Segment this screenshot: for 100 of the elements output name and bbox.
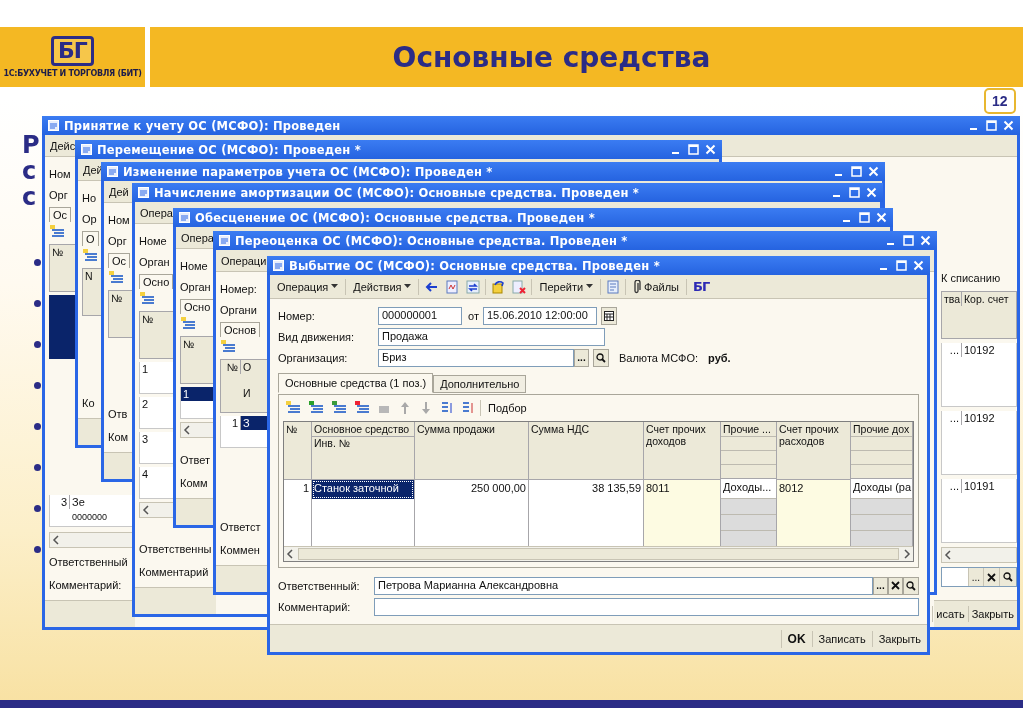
- field-label: Ном: [108, 213, 131, 228]
- toolbar-menu[interactable]: Дейс: [48, 138, 78, 153]
- tab[interactable]: Ос: [49, 207, 72, 222]
- dialog-button[interactable]: OK: [780, 629, 812, 648]
- dialog-button[interactable]: Закрыть: [967, 606, 1017, 622]
- bullet-dot: [34, 464, 41, 471]
- close-icon[interactable]: [868, 166, 879, 177]
- table-row[interactable]: ... 10192: [941, 411, 1017, 475]
- files-button[interactable]: Файлы: [629, 277, 684, 296]
- chevron-left-icon[interactable]: [286, 549, 294, 560]
- toolbar-menu[interactable]: Опера: [179, 230, 216, 245]
- add-row-icon[interactable]: [139, 292, 155, 306]
- close-icon[interactable]: [866, 187, 877, 198]
- input-field[interactable]: 15.06.2010 12:00:00: [482, 307, 597, 326]
- add-row-icon[interactable]: [220, 340, 236, 354]
- search-icon[interactable]: [906, 580, 916, 591]
- toolbar-menu[interactable]: Операци: [219, 253, 269, 268]
- table-row[interactable]: 1 З: [220, 416, 270, 448]
- pick-button[interactable]: Подбор: [484, 400, 531, 417]
- field-label: Номер:: [278, 310, 316, 323]
- maximize-icon[interactable]: [896, 260, 907, 271]
- search-icon[interactable]: [596, 353, 606, 363]
- toolbar-button[interactable]: [464, 278, 483, 295]
- tab[interactable]: Дополнительно: [433, 375, 527, 394]
- field-label: Ответственный: [49, 555, 129, 570]
- maximize-icon[interactable]: [688, 144, 699, 155]
- toolbar-button[interactable]: [510, 278, 529, 295]
- toolbar-menu[interactable]: Дей: [107, 184, 131, 199]
- menu-button[interactable]: Действия: [349, 278, 416, 295]
- column-header[interactable]: Сумма продажи: [415, 422, 528, 481]
- close-icon[interactable]: [920, 235, 931, 246]
- menu-button[interactable]: Операция: [273, 278, 343, 295]
- clear-button[interactable]: [983, 568, 999, 586]
- close-icon[interactable]: [1003, 120, 1014, 131]
- add-row-icon[interactable]: [180, 317, 196, 331]
- menu-button[interactable]: Перейти: [535, 278, 598, 295]
- select-button[interactable]: ...: [873, 576, 888, 595]
- search-icon[interactable]: [1003, 572, 1013, 582]
- clear-icon[interactable]: [891, 581, 900, 591]
- maximize-icon[interactable]: [851, 166, 862, 177]
- column-header[interactable]: Прочие дох: [851, 422, 912, 480]
- dialog-button[interactable]: Записать: [811, 630, 872, 647]
- clear-button[interactable]: [888, 576, 903, 595]
- maximize-icon[interactable]: [849, 187, 860, 198]
- scrollbar[interactable]: [180, 422, 216, 438]
- maximize-icon[interactable]: [859, 212, 870, 223]
- dialog-button[interactable]: Закрыть: [871, 630, 927, 647]
- logo-button[interactable]: БГ: [690, 279, 713, 294]
- tab[interactable]: Основ: [220, 322, 261, 337]
- column-header[interactable]: Прочие ...: [721, 422, 776, 480]
- close-icon[interactable]: [705, 144, 716, 155]
- close-icon[interactable]: [913, 260, 924, 271]
- input-field[interactable]: Петрова Марианна Александровна: [374, 576, 873, 595]
- table-row[interactable]: ... 10192: [941, 343, 1017, 407]
- tab[interactable]: Основные средства (1 поз.): [278, 373, 434, 394]
- chevron-left-icon[interactable]: [944, 550, 952, 560]
- table-row[interactable]: 3 Зе 0000000: [49, 495, 135, 527]
- add-row-icon[interactable]: [108, 271, 124, 285]
- chevron-left-icon[interactable]: [142, 505, 150, 515]
- toolbar-menu[interactable]: Опера: [138, 205, 175, 220]
- input-field[interactable]: Продажа: [378, 328, 605, 347]
- table-row[interactable]: ... 10191: [941, 479, 1017, 543]
- column-header[interactable]: №: [284, 422, 311, 481]
- table-row[interactable]: 1: [180, 387, 216, 419]
- search-button[interactable]: [593, 349, 609, 367]
- clear-icon[interactable]: [987, 572, 996, 582]
- column-header[interactable]: Счет прочих доходов: [644, 422, 720, 481]
- column-header[interactable]: Основное средство Инв. №: [312, 422, 414, 481]
- tab[interactable]: Ос: [108, 253, 131, 268]
- tab[interactable]: Осно: [139, 274, 174, 289]
- tab[interactable]: Осно: [180, 299, 215, 314]
- add-row-icon[interactable]: [49, 225, 65, 239]
- add-row-icon[interactable]: [82, 249, 98, 263]
- scrollbar[interactable]: [49, 532, 135, 548]
- select-button[interactable]: ...: [967, 568, 983, 586]
- column-header[interactable]: Счет прочих расходов: [777, 422, 850, 481]
- dialog-button[interactable]: исать: [932, 606, 968, 622]
- select-button[interactable]: ...: [574, 349, 589, 367]
- tab[interactable]: О: [82, 231, 99, 246]
- input-field[interactable]: Бриз: [378, 349, 574, 367]
- maximize-icon[interactable]: [903, 235, 914, 246]
- chevron-left-icon[interactable]: [52, 535, 60, 545]
- field-label: Коммен: [220, 543, 261, 558]
- chevron-left-icon[interactable]: [183, 425, 191, 435]
- close-icon[interactable]: [876, 212, 887, 223]
- scrollbar[interactable]: [284, 546, 913, 562]
- table-cell[interactable]: Станок заточной: [312, 480, 414, 500]
- search-button[interactable]: [903, 576, 919, 595]
- input-field[interactable]: 000000001: [378, 307, 462, 326]
- maximize-icon[interactable]: [986, 120, 997, 131]
- comment-field[interactable]: [374, 597, 919, 616]
- page-number: 12: [984, 88, 1016, 114]
- input-field[interactable]: ...: [941, 567, 1017, 587]
- scrollbar[interactable]: [941, 547, 1017, 563]
- column-header[interactable]: Сумма НДС: [529, 422, 643, 481]
- chevron-right-icon[interactable]: [903, 549, 911, 560]
- grid-cell: [851, 514, 912, 531]
- search-button[interactable]: [999, 568, 1016, 586]
- calendar-button[interactable]: [600, 307, 617, 326]
- window-title: Изменение параметров учета ОС (МСФО): Проведен *: [123, 164, 494, 179]
